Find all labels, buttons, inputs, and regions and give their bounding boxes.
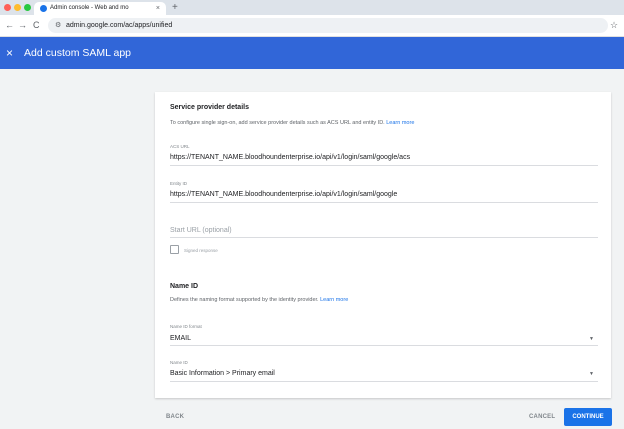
saml-app-card: Service provider details To configure si… bbox=[155, 92, 611, 398]
back-button[interactable]: BACK bbox=[166, 414, 184, 420]
start-url-field[interactable]: Start URL (optional) bbox=[170, 227, 232, 234]
chevron-down-icon[interactable]: ▼ bbox=[589, 371, 594, 377]
site-settings-icon[interactable]: ⚙ bbox=[55, 18, 61, 33]
entity-id-underline bbox=[170, 202, 598, 203]
bookmark-star-icon[interactable]: ☆ bbox=[610, 15, 618, 36]
name-id-format-underline bbox=[170, 345, 598, 346]
signed-response-checkbox[interactable] bbox=[170, 245, 179, 254]
name-id-label: Name ID bbox=[170, 360, 188, 365]
address-bar[interactable]: ⚙ admin.google.com/ac/apps/unified bbox=[48, 18, 608, 33]
tab-close-icon[interactable]: × bbox=[156, 2, 160, 15]
forward-arrow-icon[interactable]: → bbox=[18, 15, 27, 36]
chevron-down-icon[interactable]: ▼ bbox=[589, 336, 594, 342]
service-provider-heading: Service provider details bbox=[170, 104, 249, 111]
back-arrow-icon[interactable]: ← bbox=[5, 15, 14, 36]
service-provider-learn-more-link[interactable]: Learn more bbox=[386, 120, 414, 126]
app-header: × Add custom SAML app bbox=[0, 37, 624, 69]
name-id-learn-more-link[interactable]: Learn more bbox=[320, 297, 348, 303]
name-id-heading: Name ID bbox=[170, 283, 199, 290]
start-url-underline bbox=[170, 237, 598, 238]
browser-tab[interactable]: Admin console - Web and mo × bbox=[34, 2, 166, 15]
name-id-format-select[interactable]: EMAIL bbox=[170, 335, 191, 342]
signed-response-label: Signed response bbox=[184, 248, 218, 253]
tab-title: Admin console - Web and mo bbox=[50, 5, 129, 11]
reload-icon[interactable]: C bbox=[33, 15, 40, 36]
browser-toolbar: ← → C ⚙ admin.google.com/ac/apps/unified… bbox=[0, 15, 624, 37]
window-maximize-dot[interactable] bbox=[24, 4, 31, 11]
window-minimize-dot[interactable] bbox=[14, 4, 21, 11]
entity-id-label: Entity ID bbox=[170, 181, 188, 186]
cancel-button[interactable]: CANCEL bbox=[529, 414, 555, 420]
address-url[interactable]: admin.google.com/ac/apps/unified bbox=[66, 18, 172, 33]
window-close-dot[interactable] bbox=[4, 4, 11, 11]
name-id-underline bbox=[170, 381, 598, 382]
acs-url-label: ACS URL bbox=[170, 144, 190, 149]
page-title: Add custom SAML app bbox=[24, 47, 131, 59]
service-provider-description-text: To configure single sign-on, add service… bbox=[170, 120, 385, 126]
name-id-description: Defines the naming format supported by t… bbox=[170, 297, 348, 303]
name-id-format-label: Name ID format bbox=[170, 324, 202, 329]
browser-tab-bar: Admin console - Web and mo × + bbox=[0, 0, 624, 15]
continue-button[interactable]: CONTINUE bbox=[564, 408, 612, 426]
acs-url-field[interactable]: https://TENANT_NAME.bloodhoundenterprise… bbox=[170, 154, 410, 161]
name-id-select[interactable]: Basic Information > Primary email bbox=[170, 370, 275, 377]
service-provider-description: To configure single sign-on, add service… bbox=[170, 120, 414, 126]
name-id-description-text: Defines the naming format supported by t… bbox=[170, 297, 319, 303]
close-icon[interactable]: × bbox=[6, 37, 13, 69]
new-tab-button[interactable]: + bbox=[172, 0, 178, 15]
acs-url-underline bbox=[170, 165, 598, 166]
entity-id-field[interactable]: https://TENANT_NAME.bloodhoundenterprise… bbox=[170, 191, 397, 198]
admin-console-favicon-icon bbox=[40, 5, 47, 12]
